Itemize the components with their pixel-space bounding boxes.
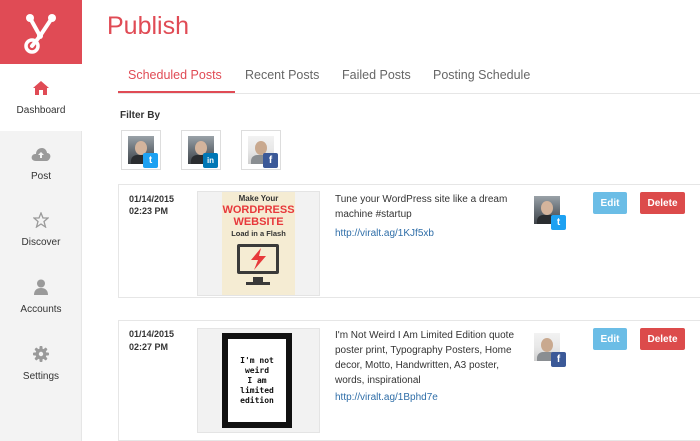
delete-button[interactable]: Delete	[640, 192, 685, 214]
sidebar-item-label: Accounts	[20, 304, 62, 315]
tab-recent-posts[interactable]: Recent Posts	[245, 68, 319, 82]
poster-text: weird	[244, 365, 270, 375]
poster-text: WordPress	[222, 204, 295, 216]
scheduled-post: 01/14/2015 02:27 PM I'm not weird I am l…	[118, 320, 700, 441]
cloud-upload-icon	[31, 145, 51, 163]
sidebar-item-label: Dashboard	[16, 105, 66, 116]
star-icon	[33, 211, 49, 229]
share-nodes-logo-icon	[24, 14, 56, 54]
post-link[interactable]: http://viralt.ag/1Bphd7e	[335, 392, 438, 403]
twitter-icon: t	[551, 215, 566, 230]
sidebar-item-label: Settings	[22, 371, 60, 382]
post-thumbnail: I'm not weird I am limited edition	[197, 328, 320, 433]
filter-label: Filter By	[120, 110, 161, 121]
poster-text: edition	[240, 395, 274, 405]
post-date: 01/14/2015	[129, 329, 175, 339]
filter-account-linkedin[interactable]: in	[181, 130, 221, 170]
monitor-icon	[237, 244, 279, 274]
gear-icon	[33, 345, 49, 363]
tab-bar: Scheduled Posts Recent Posts Failed Post…	[118, 62, 700, 94]
post-time: 02:23 PM	[129, 206, 169, 216]
poster-text: Make Your	[238, 194, 279, 203]
sidebar-item-post[interactable]: Post	[0, 130, 82, 197]
filter-account-twitter[interactable]: t	[121, 130, 161, 170]
edit-button[interactable]: Edit	[593, 328, 627, 350]
facebook-icon: f	[551, 352, 566, 367]
active-tab-indicator	[118, 91, 235, 93]
home-icon	[33, 79, 49, 97]
twitter-icon: t	[143, 153, 158, 168]
poster-text: Website	[233, 216, 284, 228]
sidebar-item-label: Discover	[21, 237, 61, 248]
post-thumbnail: Make Your WordPress Website Load in a Fl…	[197, 191, 320, 296]
page-title: Publish	[107, 12, 189, 40]
poster-text: limited	[240, 385, 274, 395]
framed-quote-poster-image: I'm not weird I am limited edition	[222, 333, 292, 428]
post-account-twitter: t	[528, 191, 568, 231]
edit-button[interactable]: Edit	[593, 192, 627, 214]
scheduled-post: 01/14/2015 02:23 PM Make Your WordPress …	[118, 184, 700, 298]
poster-text: Load in a Flash	[231, 229, 286, 238]
filter-account-facebook[interactable]: f	[241, 130, 281, 170]
sidebar-item-dashboard[interactable]: Dashboard	[0, 64, 82, 131]
delete-button[interactable]: Delete	[640, 328, 685, 350]
sidebar: Dashboard Post Discover Accounts Setting…	[0, 0, 82, 441]
facebook-icon: f	[263, 153, 278, 168]
tab-failed-posts[interactable]: Failed Posts	[342, 68, 411, 82]
wordpress-poster-image: Make Your WordPress Website Load in a Fl…	[222, 192, 295, 295]
tab-posting-schedule[interactable]: Posting Schedule	[433, 68, 530, 82]
post-text: Tune your WordPress site like a dream ma…	[335, 194, 508, 220]
sidebar-item-accounts[interactable]: Accounts	[0, 263, 82, 330]
sidebar-item-label: Post	[30, 171, 51, 182]
post-date: 01/14/2015	[129, 194, 175, 204]
post-text: I'm Not Weird I Am Limited Edition quote…	[335, 330, 515, 386]
post-link[interactable]: http://viralt.ag/1KJf5xb	[335, 228, 434, 239]
sidebar-item-settings[interactable]: Settings	[0, 330, 82, 397]
tab-scheduled-posts[interactable]: Scheduled Posts	[128, 68, 222, 82]
app-logo[interactable]	[0, 0, 82, 64]
post-account-facebook: f	[528, 328, 568, 368]
linkedin-icon: in	[203, 153, 218, 168]
sidebar-item-discover[interactable]: Discover	[0, 196, 82, 263]
poster-text: I'm not	[240, 355, 274, 365]
poster-text: I am	[247, 375, 267, 385]
user-icon	[34, 278, 48, 296]
post-time: 02:27 PM	[129, 342, 169, 352]
